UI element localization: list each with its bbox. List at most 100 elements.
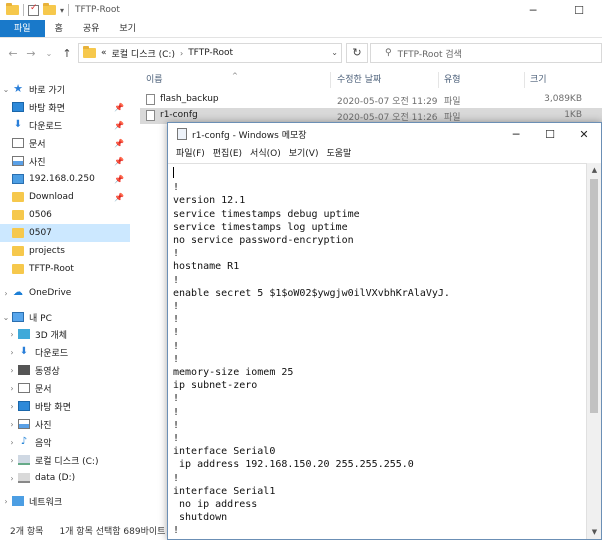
notepad-window: r1-confg - Windows 메모장 ─ ☐ ✕ 파일(F) 편집(E)… <box>167 122 602 540</box>
sidebar-item-pc-pictures[interactable]: › 사진 <box>0 415 130 433</box>
file-size: 1KB <box>564 110 582 120</box>
sidebar-item-pc-downloads[interactable]: › ⬇ 다운로드 <box>0 343 130 361</box>
column-header-size[interactable]: 크기 <box>530 72 547 85</box>
breadcrumb-tftp-root[interactable]: TFTP-Root <box>188 48 233 58</box>
sidebar-item-data-drive[interactable]: › data (D:) <box>0 469 130 487</box>
column-header-date[interactable]: 수정한 날짜 <box>337 72 381 85</box>
sidebar-item-desktop[interactable]: 바탕 화면 📌 <box>0 98 130 116</box>
drive-icon <box>18 473 30 483</box>
tab-file[interactable]: 파일 <box>0 20 45 37</box>
notepad-titlebar[interactable]: r1-confg - Windows 메모장 ─ ☐ ✕ <box>168 123 601 145</box>
text-line: ! <box>173 393 180 405</box>
expand-chevron-icon[interactable]: › <box>0 289 12 298</box>
sidebar-item-tftp-root[interactable]: TFTP-Root <box>0 260 130 278</box>
text-line: no service password-encryption <box>173 235 354 247</box>
breadcrumb-overflow[interactable]: « <box>101 48 107 58</box>
expand-chevron-icon[interactable]: › <box>6 456 18 465</box>
close-button[interactable]: ✕ <box>567 123 601 145</box>
menu-edit[interactable]: 편집(E) <box>209 145 246 163</box>
minimize-button[interactable]: ─ <box>510 0 556 20</box>
scroll-down-arrow-icon[interactable]: ▼ <box>587 525 602 539</box>
collapse-chevron-icon[interactable]: ⌄ <box>0 85 12 94</box>
tab-view[interactable]: 보기 <box>109 20 146 37</box>
menu-format[interactable]: 서식(O) <box>246 145 285 163</box>
menu-help[interactable]: 도움말 <box>322 145 355 163</box>
desktop-icon <box>12 102 24 112</box>
folder-icon <box>12 228 24 238</box>
maximize-button[interactable]: ☐ <box>556 0 602 20</box>
expand-chevron-icon[interactable]: › <box>0 497 12 506</box>
breadcrumb-local-disk[interactable]: 로컬 디스크 (C:) <box>112 47 175 60</box>
vertical-scrollbar[interactable]: ▲ ▼ <box>586 163 601 539</box>
expand-chevron-icon[interactable]: › <box>6 330 18 339</box>
sidebar-item-0507[interactable]: 0507 <box>0 224 130 242</box>
sidebar-item-onedrive[interactable]: › ☁ OneDrive <box>0 284 130 302</box>
scroll-up-arrow-icon[interactable]: ▲ <box>587 163 602 177</box>
expand-chevron-icon[interactable]: › <box>6 348 18 357</box>
sidebar-item-label: data (D:) <box>35 473 76 483</box>
text-line: ip subnet-zero <box>173 380 258 392</box>
text-line: ! <box>173 406 180 418</box>
text-line: interface Serial0 <box>173 446 276 458</box>
sidebar-item-network[interactable]: › 네트워크 <box>0 492 130 510</box>
menu-file[interactable]: 파일(F) <box>172 145 209 163</box>
pin-icon: 📌 <box>114 138 124 148</box>
expand-chevron-icon[interactable]: › <box>6 420 18 429</box>
chevron-down-icon[interactable]: ⌄ <box>331 48 338 57</box>
sidebar-item-network-share[interactable]: 192.168.0.250 📌 <box>0 170 130 188</box>
minimize-button[interactable]: ─ <box>499 123 533 145</box>
expand-chevron-icon[interactable]: › <box>6 474 18 483</box>
column-header-name[interactable]: 이름 <box>146 72 163 85</box>
tab-home[interactable]: 홈 <box>45 20 73 37</box>
forward-arrow-icon[interactable]: → <box>22 47 40 60</box>
sidebar-item-local-disk[interactable]: › 로컬 디스크 (C:) <box>0 451 130 469</box>
text-line: ! <box>173 433 180 445</box>
address-bar[interactable]: « 로컬 디스크 (C:) › TFTP-Root ⌄ <box>78 43 342 63</box>
3d-objects-icon <box>18 329 30 339</box>
scrollbar-thumb[interactable] <box>590 179 598 413</box>
customize-toolbar-chevron-icon[interactable]: ▾ <box>60 6 64 15</box>
maximize-button[interactable]: ☐ <box>533 123 567 145</box>
sidebar-item-documents[interactable]: 문서 📌 <box>0 134 130 152</box>
refresh-button[interactable]: ↻ <box>346 43 368 63</box>
network-drive-icon <box>12 174 24 184</box>
sidebar-item-pc-desktop[interactable]: › 바탕 화면 <box>0 397 130 415</box>
windows-drive-icon <box>18 455 30 465</box>
file-row[interactable]: flash_backup 2020-05-07 오전 11:29 파일 3,08… <box>140 92 602 108</box>
new-folder-icon[interactable] <box>43 3 56 15</box>
sidebar-item-download-folder[interactable]: Download 📌 <box>0 188 130 206</box>
sidebar-item-3d-objects[interactable]: › 3D 개체 <box>0 325 130 343</box>
column-header-type[interactable]: 유형 <box>444 72 461 85</box>
tab-share[interactable]: 공유 <box>73 20 110 37</box>
recent-locations-chevron-icon[interactable]: ⌄ <box>40 49 58 58</box>
sidebar-item-downloads[interactable]: ⬇ 다운로드 📌 <box>0 116 130 134</box>
music-icon: ♪ <box>20 436 28 447</box>
up-arrow-icon[interactable]: ↑ <box>58 47 76 60</box>
column-divider[interactable] <box>438 72 439 88</box>
sidebar-item-music[interactable]: › ♪ 음악 <box>0 433 130 451</box>
sidebar-item-label: projects <box>29 246 65 256</box>
expand-chevron-icon[interactable]: › <box>6 366 18 375</box>
sidebar-item-0506[interactable]: 0506 <box>0 206 130 224</box>
column-divider[interactable] <box>524 72 525 88</box>
expand-chevron-icon[interactable]: › <box>6 384 18 393</box>
pin-icon: 📌 <box>114 192 124 202</box>
search-input[interactable]: ⚲ TFTP-Root 검색 <box>370 43 602 63</box>
back-arrow-icon[interactable]: ← <box>4 47 22 60</box>
sidebar-item-quick-access[interactable]: ⌄ ★ 바로 가기 <box>0 80 130 98</box>
properties-icon[interactable] <box>28 3 39 16</box>
collapse-chevron-icon[interactable]: ⌄ <box>0 313 12 322</box>
column-divider[interactable] <box>330 72 331 88</box>
item-count: 2개 항목 <box>10 526 44 537</box>
expand-chevron-icon[interactable]: › <box>6 438 18 447</box>
menu-view[interactable]: 보기(V) <box>285 145 323 163</box>
sidebar-item-projects[interactable]: projects <box>0 242 130 260</box>
chevron-right-icon[interactable]: › <box>180 49 183 58</box>
expand-chevron-icon[interactable]: › <box>6 402 18 411</box>
sidebar-item-pc-documents[interactable]: › 문서 <box>0 379 130 397</box>
notepad-text-area[interactable]: ! version 12.1 service timestamps debug … <box>168 163 587 539</box>
sidebar-item-videos[interactable]: › 동영상 <box>0 361 130 379</box>
folder-icon <box>12 246 24 256</box>
sidebar-item-pictures[interactable]: 사진 📌 <box>0 152 130 170</box>
sidebar-item-this-pc[interactable]: ⌄ 내 PC <box>0 308 130 326</box>
